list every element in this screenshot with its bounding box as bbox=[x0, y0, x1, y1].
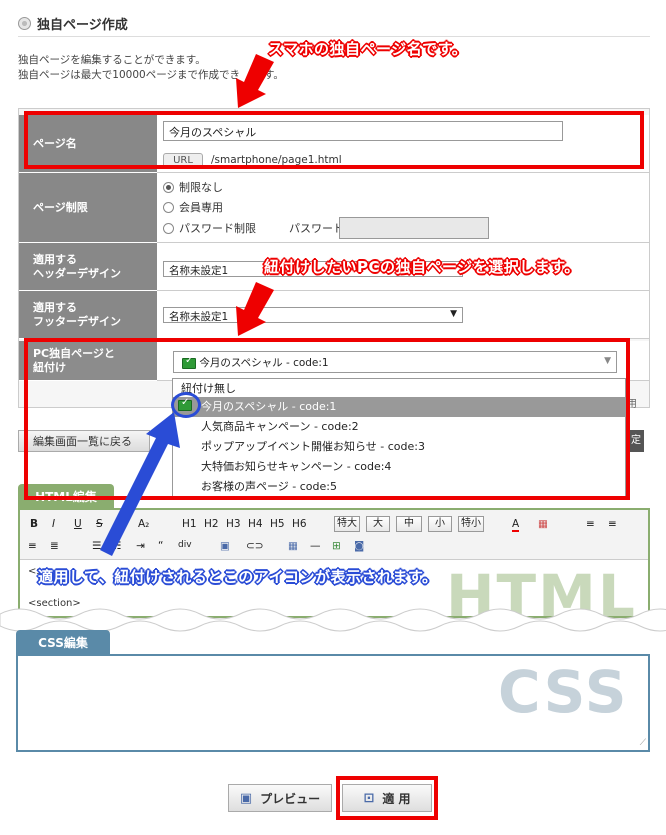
preview-button[interactable]: ▣ プレビュー bbox=[228, 784, 332, 812]
css-watermark: CSS bbox=[498, 658, 629, 726]
align-center-icon[interactable]: ≡ bbox=[608, 518, 617, 530]
header-divider bbox=[18, 36, 650, 37]
arrow-down-icon bbox=[236, 54, 274, 108]
bg-color-icon[interactable]: ▦ bbox=[538, 518, 548, 530]
justify-icon[interactable]: ≣ bbox=[50, 540, 59, 552]
h6-button[interactable]: H6 bbox=[292, 518, 307, 530]
arrow-up-icon bbox=[100, 412, 180, 556]
page-limit-cell: 制限なし 会員専用 パスワード制限 パスワード： bbox=[157, 173, 649, 243]
hr-icon[interactable]: — bbox=[310, 540, 321, 552]
header-design-label: 適用する ヘッダーデザイン bbox=[19, 243, 157, 291]
radio-icon bbox=[163, 201, 174, 213]
bullet-icon bbox=[18, 16, 31, 30]
bold-button[interactable]: B bbox=[30, 518, 38, 530]
highlight-page-name bbox=[24, 111, 644, 169]
size-large-button[interactable]: 大 bbox=[366, 516, 390, 532]
annotation-icon-shown: 適用して、紐付けされるとこのアイコンが表示されます。 bbox=[38, 568, 438, 586]
radio-icon bbox=[163, 222, 174, 234]
page-limit-label: ページ制限 bbox=[19, 173, 157, 243]
insert-icon[interactable]: ⊞ bbox=[332, 540, 341, 552]
radio-members-only[interactable]: 会員専用 bbox=[163, 199, 223, 215]
radio-password[interactable]: パスワード制限 bbox=[163, 220, 256, 236]
label-line: ヘッダーデザイン bbox=[33, 266, 121, 280]
radio-label: 会員専用 bbox=[179, 201, 223, 214]
size-small-button[interactable]: 小 bbox=[428, 516, 452, 532]
preview-label: プレビュー bbox=[260, 791, 321, 806]
label-line: フッターデザイン bbox=[33, 314, 121, 328]
side-button[interactable]: 定 bbox=[628, 430, 644, 452]
radio-no-limit[interactable]: 制限なし bbox=[163, 179, 223, 195]
radio-icon bbox=[163, 181, 174, 193]
arrow-down-icon bbox=[236, 282, 274, 336]
table-icon[interactable]: ▦ bbox=[288, 540, 298, 552]
annotation-select-pc: 紐付けしたいPCの独自ページを選択します。 bbox=[264, 258, 580, 276]
text-color-button[interactable]: A bbox=[512, 518, 520, 532]
label-line: 適用する bbox=[33, 300, 77, 314]
css-editor-panel[interactable]: CSS ⟋ bbox=[16, 654, 650, 752]
select-value: 名称未設定1 bbox=[169, 265, 229, 277]
size-medium-button[interactable]: 中 bbox=[396, 516, 422, 532]
radio-label: パスワード制限 bbox=[179, 222, 256, 235]
select-value: 名称未設定1 bbox=[169, 311, 229, 323]
underline-button[interactable]: U bbox=[74, 518, 82, 530]
h2-button[interactable]: H2 bbox=[204, 518, 219, 530]
monitor-icon: ▣ bbox=[239, 790, 253, 806]
align-right-icon[interactable]: ≡ bbox=[28, 540, 37, 552]
wavy-divider bbox=[0, 608, 666, 632]
highlight-apply bbox=[336, 776, 438, 820]
size-xl-button[interactable]: 特大 bbox=[334, 516, 360, 532]
align-left-icon[interactable]: ≡ bbox=[586, 518, 595, 530]
annotation-page-name: スマホの独自ページ名です。 bbox=[268, 40, 468, 58]
h4-button[interactable]: H4 bbox=[248, 518, 263, 530]
description-text: 独自ページは最大で10000ページまで作成でき bbox=[18, 69, 240, 81]
footer-design-label: 適用する フッターデザイン bbox=[19, 291, 157, 339]
image-icon[interactable]: ▣ bbox=[220, 540, 230, 552]
resize-handle-icon[interactable]: ⟋ bbox=[640, 738, 646, 748]
radio-label: 制限なし bbox=[179, 181, 223, 194]
link-icon[interactable]: ⊂⊃ bbox=[246, 540, 264, 552]
size-xs-button[interactable]: 特小 bbox=[458, 516, 484, 532]
label-line: 適用する bbox=[33, 252, 77, 266]
password-input[interactable] bbox=[339, 217, 489, 239]
chevron-down-icon: ▼ bbox=[450, 309, 457, 319]
description-line-1: 独自ページを編集することができます。 bbox=[18, 54, 206, 66]
h5-button[interactable]: H5 bbox=[270, 518, 285, 530]
italic-button[interactable]: I bbox=[52, 518, 55, 530]
h3-button[interactable]: H3 bbox=[226, 518, 241, 530]
footer-design-select[interactable]: 名称未設定1 ▼ bbox=[163, 307, 463, 323]
page-title: 独自ページ作成 bbox=[37, 17, 128, 33]
media-icon[interactable]: ◙ bbox=[354, 540, 364, 552]
page-header: 独自ページ作成 bbox=[18, 10, 638, 36]
tab-css-edit[interactable]: CSS編集 bbox=[16, 630, 110, 654]
